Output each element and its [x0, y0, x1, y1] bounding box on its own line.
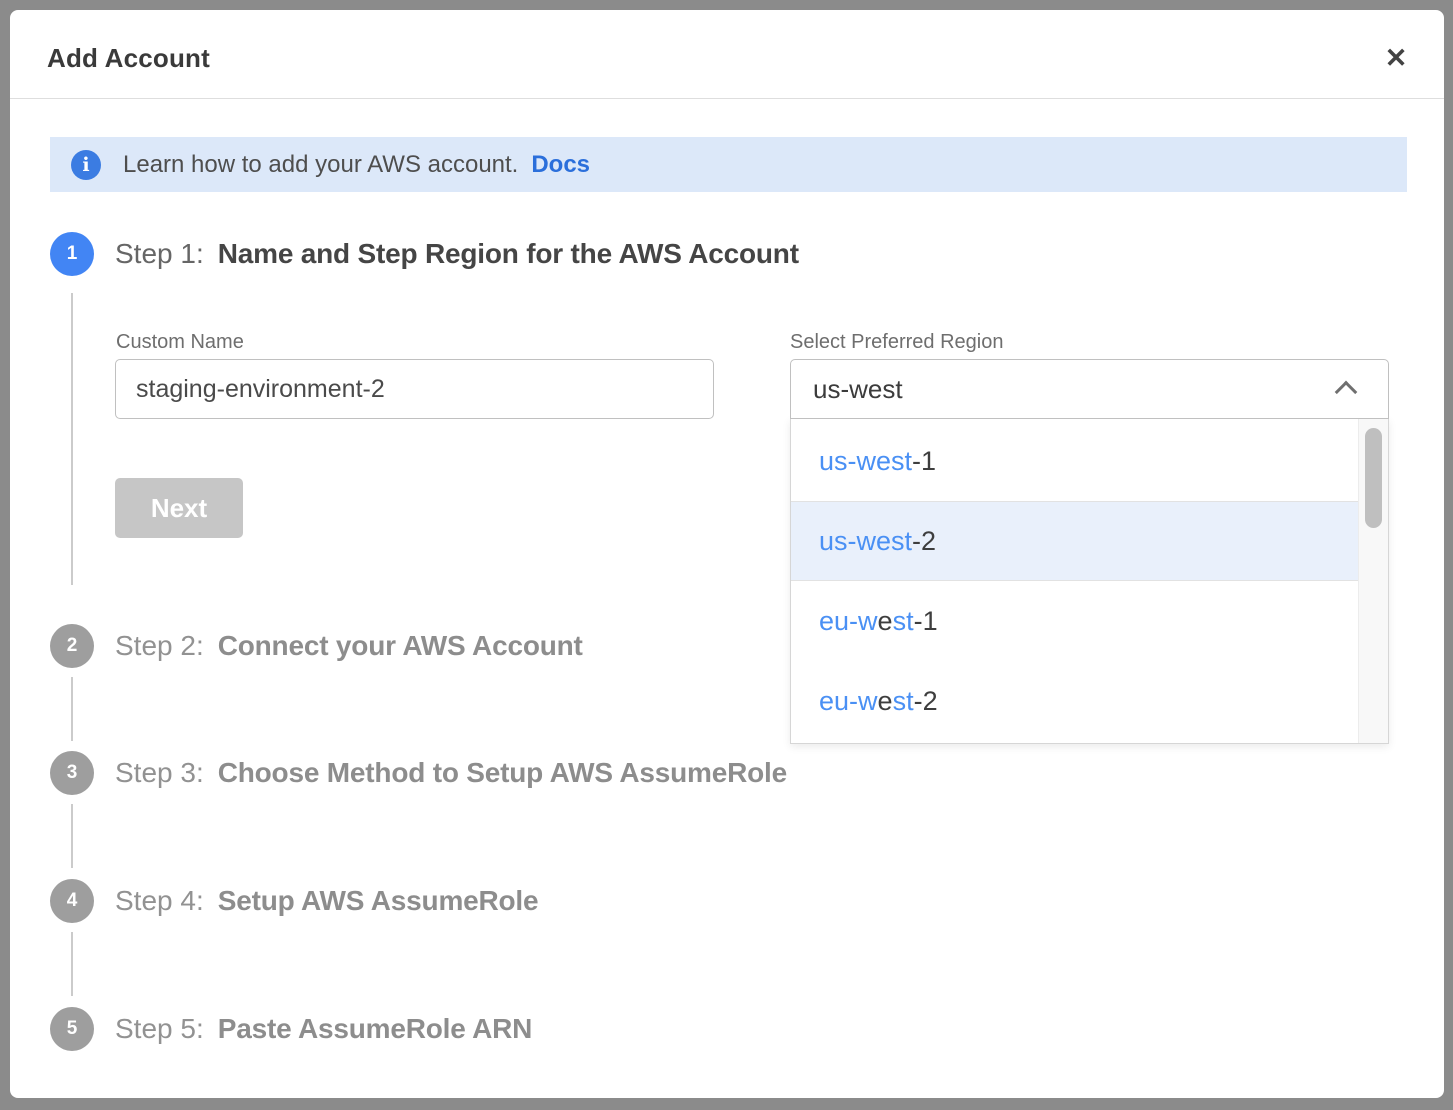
modal-title: Add Account — [47, 43, 210, 74]
step-1-label: Step 1: — [115, 238, 204, 270]
step-connector — [71, 932, 73, 996]
region-dropdown: us-west-1 us-west-2 eu-west-1 eu-west-2 — [790, 418, 1389, 744]
region-select-value: us-west — [813, 374, 903, 405]
step-5-heading: Step 5: Paste AssumeRole ARN — [115, 1007, 532, 1051]
region-option-us-west-2[interactable]: us-west-2 — [791, 501, 1359, 581]
step-1-circle: 1 — [50, 232, 94, 276]
custom-name-input[interactable] — [115, 359, 714, 419]
next-button[interactable]: Next — [115, 478, 243, 538]
step-5-label: Step 5: — [115, 1013, 204, 1045]
region-option-eu-west-1[interactable]: eu-west-1 — [791, 581, 1359, 661]
option-text: e — [878, 686, 893, 716]
chevron-up-icon — [1335, 381, 1358, 404]
step-connector — [71, 677, 73, 741]
option-text: eu-w — [819, 686, 878, 716]
region-option-us-west-1[interactable]: us-west-1 — [791, 421, 1359, 501]
region-label: Select Preferred Region — [790, 331, 1003, 354]
option-text: -2 — [912, 526, 936, 556]
custom-name-label: Custom Name — [116, 331, 244, 354]
region-option-eu-west-2[interactable]: eu-west-2 — [791, 661, 1359, 741]
option-text: st — [893, 606, 914, 636]
step-2-label: Step 2: — [115, 630, 204, 662]
option-text: -1 — [914, 606, 938, 636]
step-3-circle: 3 — [50, 751, 94, 795]
docs-link[interactable]: Docs — [531, 151, 590, 179]
step-5-title: Paste AssumeRole ARN — [218, 1013, 532, 1045]
step-2-title: Connect your AWS Account — [218, 630, 583, 662]
step-5-circle: 5 — [50, 1007, 94, 1051]
modal-header: Add Account ✕ — [10, 10, 1444, 99]
step-1-title: Name and Step Region for the AWS Account — [218, 238, 799, 270]
step-1-heading: Step 1: Name and Step Region for the AWS… — [115, 232, 799, 276]
step-4-heading: Step 4: Setup AWS AssumeRole — [115, 879, 538, 923]
option-text: e — [878, 606, 893, 636]
dropdown-scrollbar-thumb[interactable] — [1365, 428, 1382, 528]
step-4-label: Step 4: — [115, 885, 204, 917]
add-account-modal: Add Account ✕ i Learn how to add your AW… — [10, 10, 1444, 1098]
dropdown-scrollbar-track[interactable] — [1358, 418, 1388, 743]
option-text: -2 — [914, 686, 938, 716]
info-banner: i Learn how to add your AWS account. Doc… — [50, 137, 1407, 192]
step-connector — [71, 293, 73, 585]
option-text: us-west — [819, 446, 912, 476]
info-icon: i — [71, 150, 101, 180]
step-3-heading: Step 3: Choose Method to Setup AWS Assum… — [115, 751, 787, 795]
option-text: -1 — [912, 446, 936, 476]
step-2-circle: 2 — [50, 624, 94, 668]
option-text: st — [893, 686, 914, 716]
close-icon[interactable]: ✕ — [1376, 39, 1416, 79]
step-3-title: Choose Method to Setup AWS AssumeRole — [218, 757, 787, 789]
step-4-circle: 4 — [50, 879, 94, 923]
region-select[interactable]: us-west — [790, 359, 1389, 419]
banner-text: Learn how to add your AWS account. — [123, 151, 518, 179]
option-text: eu-w — [819, 606, 878, 636]
step-2-heading: Step 2: Connect your AWS Account — [115, 624, 583, 668]
option-text: us-west — [819, 526, 912, 556]
step-connector — [71, 804, 73, 868]
step-3-label: Step 3: — [115, 757, 204, 789]
step-4-title: Setup AWS AssumeRole — [218, 885, 539, 917]
